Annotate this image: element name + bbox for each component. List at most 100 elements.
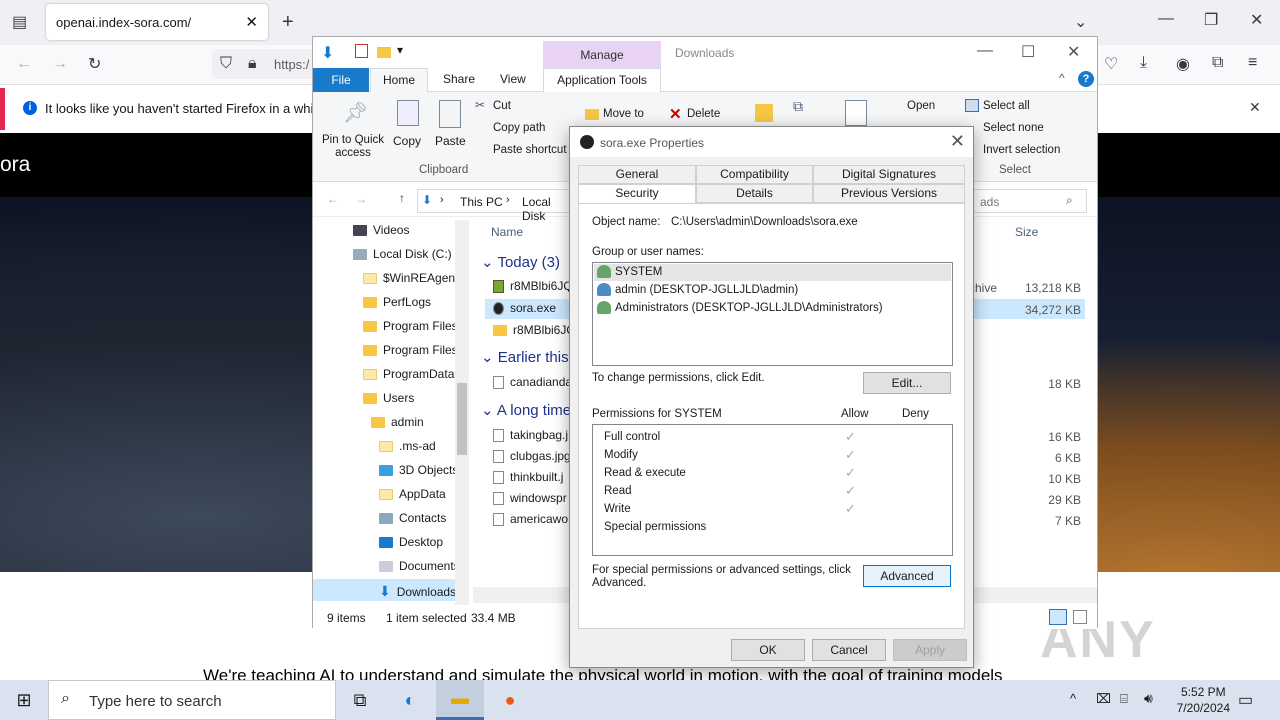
nav-item-admin[interactable]: admin <box>371 415 424 429</box>
properties-large-icon[interactable] <box>845 100 867 126</box>
tab-file[interactable]: File <box>313 68 369 92</box>
file-row[interactable]: takingbag.j <box>493 428 568 442</box>
apply-button[interactable]: Apply <box>893 639 967 661</box>
task-view-icon[interactable]: ⧉ <box>336 680 384 720</box>
advanced-button[interactable]: Advanced <box>863 565 951 587</box>
close-tab-icon[interactable]: ✕ <box>245 13 258 31</box>
nav-item-downloads[interactable]: ⬇ Downloads <box>379 583 456 600</box>
tab-details[interactable]: Details <box>696 184 813 203</box>
nav-item-local-disk[interactable]: Local Disk (C:) <box>353 247 452 261</box>
maximize-icon[interactable]: ☐ <box>1021 42 1035 62</box>
url-bar[interactable]: ⛉ 🔒︎ https:/ <box>212 49 322 79</box>
minimize-icon[interactable]: — <box>1158 10 1174 28</box>
invert-selection-button[interactable]: Invert selection <box>983 144 1060 156</box>
chevron-down-icon[interactable]: ⌄ <box>1074 12 1087 32</box>
nav-scroll-thumb[interactable] <box>457 383 467 455</box>
pin-to-quick-access-button[interactable]: Pin to Quick access <box>321 134 385 160</box>
network-icon[interactable]: ⌸ <box>1120 691 1128 707</box>
site-logo[interactable]: ora <box>0 153 30 177</box>
file-row[interactable]: thinkbuilt.j <box>493 470 563 484</box>
nav-item-desktop[interactable]: Desktop <box>379 535 443 549</box>
nav-item-videos[interactable]: Videos <box>353 223 409 237</box>
new-folder-icon[interactable] <box>755 104 773 122</box>
group-earlier[interactable]: ⌄ Earlier this y <box>481 348 580 366</box>
browser-tab[interactable]: openai.index-sora.com/ ✕ <box>46 4 268 40</box>
group-today[interactable]: ⌄ Today (3) <box>481 253 560 271</box>
volume-icon[interactable]: 🔊︎ <box>1144 690 1153 707</box>
principal-system[interactable]: SYSTEM <box>597 265 662 278</box>
select-all-button[interactable]: Select all <box>983 100 1030 112</box>
permissions-list[interactable]: Full control ✓ Modify ✓ Read & execute ✓… <box>592 424 953 556</box>
breadcrumb-this-pc[interactable]: This PC <box>460 195 503 209</box>
nav-item-contacts[interactable]: Contacts <box>379 511 446 525</box>
taskbar-clock[interactable]: 5:52 PM 7/20/2024 <box>1177 684 1230 716</box>
tab-application-tools[interactable]: Application Tools <box>543 68 661 92</box>
paste-shortcut-button[interactable]: Paste shortcut <box>493 144 567 156</box>
extensions-icon[interactable]: ⧉ <box>1212 54 1223 72</box>
new-tab-icon[interactable]: + <box>282 11 294 34</box>
new-folder-icon[interactable] <box>377 47 391 58</box>
close-notification-icon[interactable]: ✕ <box>1249 99 1261 116</box>
chevron-up-icon[interactable]: ^ <box>1070 691 1076 706</box>
nav-item-users[interactable]: Users <box>363 391 414 405</box>
large-icons-view-icon[interactable] <box>1073 610 1087 624</box>
nav-item-program-files[interactable]: Program Files <box>363 319 458 333</box>
device-icon[interactable]: ⌧ <box>1096 691 1111 707</box>
tab-view[interactable]: View <box>500 72 526 86</box>
file-row[interactable]: americawo <box>493 512 568 526</box>
nav-item-3d-objects[interactable]: 3D Objects <box>379 463 458 477</box>
paste-button[interactable]: Paste <box>435 134 466 148</box>
principal-admin[interactable]: admin (DESKTOP-JGLLJLD\admin) <box>597 283 798 296</box>
close-window-icon[interactable]: ✕ <box>1250 10 1263 30</box>
search-icon[interactable]: ⌕ <box>1066 193 1073 208</box>
file-row-selected[interactable]: sora.exe <box>493 301 556 315</box>
notifications-icon[interactable]: ▭ <box>1238 690 1253 710</box>
nav-item-winreagent[interactable]: $WinREAgent <box>363 271 458 285</box>
restore-icon[interactable]: ❐ <box>1204 10 1218 30</box>
firefox-icon[interactable]: ● <box>486 680 534 720</box>
file-row[interactable]: canadianda <box>493 375 572 389</box>
windows-start-icon[interactable]: ⊞ <box>0 680 48 720</box>
edit-button[interactable]: Edit... <box>863 372 951 394</box>
new-item-icon[interactable]: ⧉ <box>793 98 803 115</box>
search-box[interactable]: ads ⌕ <box>973 189 1087 213</box>
nav-item-perflogs[interactable]: PerfLogs <box>363 295 431 309</box>
tab-security[interactable]: Security <box>578 184 696 204</box>
cancel-button[interactable]: Cancel <box>812 639 886 661</box>
nav-item-ms-ad[interactable]: .ms-ad <box>379 439 436 453</box>
principal-administrators[interactable]: Administrators (DESKTOP-JGLLJLD\Administ… <box>597 301 883 314</box>
address-bar[interactable]: ⬇ › This PC › Local Disk <box>417 189 577 223</box>
tab-general[interactable]: General <box>578 165 696 184</box>
column-header-size[interactable]: Size <box>1015 225 1038 239</box>
customize-qat-icon[interactable]: ▾ <box>397 43 403 57</box>
move-to-button[interactable]: Move to <box>603 108 644 120</box>
delete-button[interactable]: Delete <box>687 108 720 120</box>
nav-item-documents[interactable]: Documents <box>379 559 460 573</box>
file-row[interactable]: clubgas.jpg <box>493 449 571 463</box>
details-view-icon[interactable] <box>1049 609 1067 625</box>
file-explorer-icon[interactable]: ▬ <box>436 680 484 720</box>
ok-button[interactable]: OK <box>731 639 805 661</box>
back-icon[interactable]: ← <box>327 192 339 206</box>
up-icon[interactable]: ↑ <box>399 191 405 205</box>
pocket-icon[interactable]: ♡ <box>1104 54 1118 74</box>
download-icon[interactable]: ⤓ <box>1140 54 1147 72</box>
manage-tab[interactable]: Manage <box>543 41 661 69</box>
tab-previous-versions[interactable]: Previous Versions <box>813 184 965 203</box>
edge-icon[interactable]: ◐ <box>386 680 434 720</box>
nav-item-program-files-x86[interactable]: Program Files <box>363 343 458 357</box>
account-icon[interactable]: ◉ <box>1176 54 1190 74</box>
tab-list-icon[interactable]: ▤ <box>12 12 27 32</box>
shield-icon[interactable]: ⛉ <box>220 55 232 73</box>
help-icon[interactable]: ? <box>1078 71 1094 87</box>
nav-item-appdata[interactable]: AppData <box>379 487 446 501</box>
breadcrumb-local-disk[interactable]: Local Disk <box>522 195 576 223</box>
file-row[interactable]: r8MBlbi6JQ <box>493 323 576 337</box>
close-icon[interactable]: ✕ <box>1067 42 1080 62</box>
column-header-name[interactable]: Name <box>491 225 523 239</box>
file-row[interactable]: windowspr <box>493 491 567 505</box>
menu-icon[interactable]: ≡ <box>1248 54 1257 72</box>
reload-icon[interactable]: ↻ <box>88 54 101 74</box>
cut-button[interactable]: Cut <box>493 100 511 112</box>
quick-access-down-icon[interactable]: ⬇ <box>321 43 334 63</box>
